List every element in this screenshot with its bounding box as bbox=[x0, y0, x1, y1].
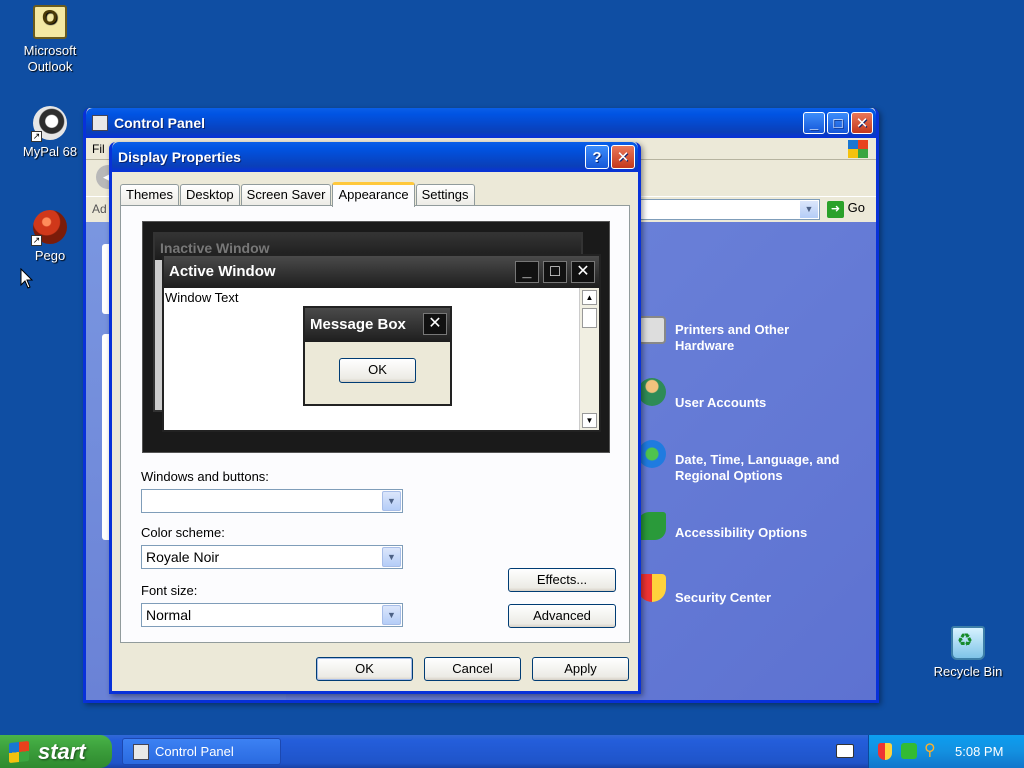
windows-buttons-label: Windows and buttons: bbox=[141, 469, 269, 484]
printer-icon bbox=[638, 316, 666, 344]
preview-window-text: Window Text bbox=[165, 290, 239, 305]
desktop-icon-recycle-bin[interactable]: Recycle Bin bbox=[923, 626, 1013, 680]
network-icon[interactable] bbox=[901, 743, 917, 759]
preview-active-title: Active Window bbox=[169, 263, 276, 280]
search-icon[interactable]: ⚲ bbox=[924, 742, 936, 760]
desktop-icon-label: Recycle Bin bbox=[933, 664, 1003, 679]
dialog-title: Display Properties bbox=[118, 149, 241, 165]
tab-settings[interactable]: Settings bbox=[415, 184, 475, 206]
control-panel-icon bbox=[133, 744, 149, 760]
windows-logo-icon bbox=[848, 140, 868, 158]
accessibility-icon bbox=[638, 512, 666, 540]
tab-appearance[interactable]: Appearance bbox=[332, 182, 415, 207]
display-properties-titlebar[interactable]: Display Properties ? ✕ bbox=[112, 142, 638, 172]
color-scheme-label: Color scheme: bbox=[141, 525, 225, 540]
color-scheme-value: Royale Noir bbox=[146, 549, 220, 565]
close-button[interactable]: ✕ bbox=[851, 112, 873, 134]
system-tray: ⚲ 5:08 PM bbox=[868, 735, 1024, 768]
tab-screen-saver[interactable]: Screen Saver bbox=[240, 184, 332, 206]
apply-button[interactable]: Apply bbox=[532, 657, 629, 681]
address-dropdown-arrow[interactable]: ▼ bbox=[800, 201, 818, 218]
taskbar-item-control-panel[interactable]: Control Panel bbox=[122, 738, 281, 765]
desktop-icon-label: Pego bbox=[34, 248, 66, 263]
preview-active-window: Active Window _ □ ✕ Window Text ▲ ▼ Mess… bbox=[162, 254, 601, 432]
tab-themes[interactable]: Themes bbox=[120, 184, 179, 206]
advanced-button[interactable]: Advanced bbox=[508, 604, 616, 628]
display-properties-dialog: Display Properties ? ✕ Themes Desktop Sc… bbox=[109, 142, 641, 694]
color-scheme-select[interactable]: Royale Noir ▼ bbox=[141, 545, 403, 569]
go-arrow-icon: ➜ bbox=[827, 201, 844, 218]
windows-logo-icon bbox=[9, 740, 29, 764]
help-button[interactable]: ? bbox=[585, 145, 609, 169]
shortcut-arrow-icon: ↗ bbox=[31, 235, 42, 246]
appearance-preview: Inactive Window Active Window _ □ ✕ Wind… bbox=[142, 221, 610, 453]
pego-icon: ↗ bbox=[31, 210, 67, 246]
chevron-down-icon: ▼ bbox=[382, 491, 401, 511]
shortcut-arrow-icon: ↗ bbox=[31, 131, 42, 142]
start-label: start bbox=[38, 739, 86, 764]
outlook-icon bbox=[33, 5, 67, 39]
address-label: Ad bbox=[92, 202, 107, 216]
recycle-bin-icon bbox=[951, 626, 985, 660]
desktop-icon-label: Microsoft Outlook bbox=[23, 43, 77, 74]
preview-message-box: Message Box ✕ OK bbox=[303, 306, 452, 406]
font-size-value: Normal bbox=[146, 607, 192, 623]
desktop-icon-pego[interactable]: ↗ Pego bbox=[5, 210, 95, 264]
menu-file[interactable]: Fil bbox=[92, 142, 105, 156]
preview-scroll-thumb bbox=[582, 308, 597, 328]
preview-message-titlebar: Message Box ✕ bbox=[305, 308, 450, 342]
minimize-button[interactable]: _ bbox=[803, 112, 825, 134]
appearance-panel: Inactive Window Active Window _ □ ✕ Wind… bbox=[120, 205, 630, 643]
tab-strip: Themes Desktop Screen Saver Appearance S… bbox=[120, 182, 476, 207]
preview-ok-button: OK bbox=[339, 358, 416, 383]
user-accounts-icon bbox=[638, 378, 666, 406]
mypal-icon: ↗ bbox=[31, 106, 67, 142]
control-panel-icon bbox=[92, 115, 108, 131]
preview-message-close-icon: ✕ bbox=[423, 313, 447, 335]
security-shield-icon[interactable] bbox=[878, 743, 892, 760]
taskbar-item-label: Control Panel bbox=[155, 744, 234, 759]
preview-message-title: Message Box bbox=[310, 316, 406, 333]
effects-button[interactable]: Effects... bbox=[508, 568, 616, 592]
preview-minimize-icon: _ bbox=[515, 261, 539, 283]
desktop-icon-mypal[interactable]: ↗ MyPal 68 bbox=[5, 106, 95, 160]
window-title: Control Panel bbox=[114, 115, 206, 131]
font-size-label: Font size: bbox=[141, 583, 198, 598]
windows-buttons-select[interactable]: ▼ bbox=[141, 489, 403, 513]
preview-scroll-up-icon: ▲ bbox=[582, 290, 597, 305]
start-button[interactable]: start bbox=[0, 735, 112, 768]
close-button[interactable]: ✕ bbox=[611, 145, 635, 169]
mouse-cursor-icon bbox=[20, 268, 34, 289]
keyboard-icon[interactable] bbox=[836, 744, 854, 758]
preview-active-titlebar: Active Window _ □ ✕ bbox=[164, 256, 599, 288]
globe-clock-icon bbox=[638, 440, 666, 468]
shield-icon bbox=[638, 574, 666, 602]
clock[interactable]: 5:08 PM bbox=[955, 735, 1003, 768]
chevron-down-icon: ▼ bbox=[382, 547, 401, 567]
go-button[interactable]: ➜ Go bbox=[827, 200, 865, 218]
taskbar: start Control Panel ⚲ 5:08 PM bbox=[0, 735, 1024, 768]
chevron-down-icon: ▼ bbox=[382, 605, 401, 625]
preview-scroll-down-icon: ▼ bbox=[582, 413, 597, 428]
ok-button[interactable]: OK bbox=[316, 657, 413, 681]
control-panel-titlebar[interactable]: Control Panel _ □ ✕ bbox=[86, 108, 876, 138]
tab-desktop[interactable]: Desktop bbox=[179, 184, 240, 206]
desktop-icon-label: MyPal 68 bbox=[22, 144, 78, 159]
preview-close-icon: ✕ bbox=[571, 261, 595, 283]
preview-maximize-icon: □ bbox=[543, 261, 567, 283]
cancel-button[interactable]: Cancel bbox=[424, 657, 521, 681]
go-label: Go bbox=[847, 200, 865, 215]
font-size-select[interactable]: Normal ▼ bbox=[141, 603, 403, 627]
preview-scrollbar: ▲ ▼ bbox=[579, 288, 599, 430]
desktop-icon-outlook[interactable]: Microsoft Outlook bbox=[5, 5, 95, 75]
maximize-button[interactable]: □ bbox=[827, 112, 849, 134]
